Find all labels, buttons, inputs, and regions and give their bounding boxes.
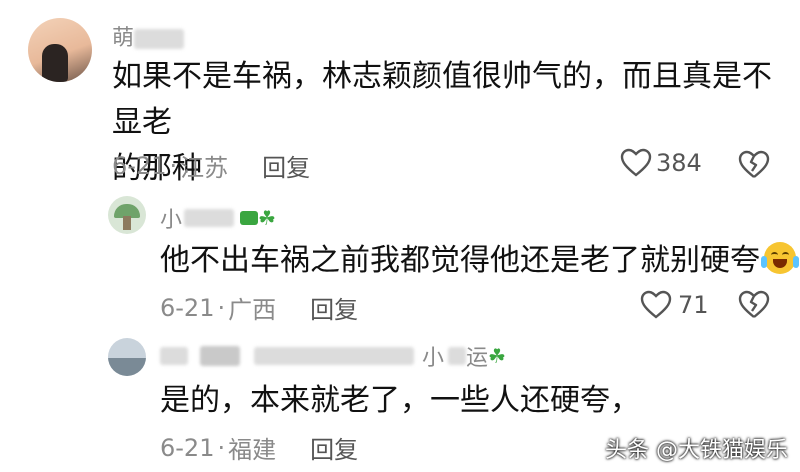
laughing-tears-emoji [761, 242, 799, 274]
username[interactable]: 小 运 ☘ [160, 340, 506, 372]
heart-outline-icon [620, 148, 652, 177]
username-text: 萌 [112, 26, 135, 51]
broken-heart-icon [738, 150, 770, 178]
username-text: 运 [466, 346, 489, 371]
comment-text-line: 是的，本来就老了，一些人还硬夸， [160, 383, 640, 418]
reply-button[interactable]: 回复 [262, 148, 310, 183]
comment-text-line: 他不出车祸之前我都觉得他还是老了就别硬夸 [160, 243, 760, 278]
comment-location: 广西 [228, 296, 277, 324]
avatar[interactable] [108, 338, 146, 376]
username-blur [254, 347, 414, 365]
comment-location: 福建 [228, 436, 277, 464]
username-text: 小 [160, 208, 183, 233]
comment-text-line: 如果不是车祸，林志颖颜值很帅气的，而且真是不显老 [112, 59, 772, 140]
comment-text: 是的，本来就老了，一些人还硬夸， [160, 378, 640, 424]
comment-meta: 6-21 · 江苏 回复 [112, 148, 310, 183]
reply-button[interactable]: 回复 [310, 290, 358, 325]
watermark: 头条 @大铁猫娱乐 [605, 438, 788, 463]
clover-icon: ☘ [488, 344, 506, 368]
comment-meta: 6-21 · 福建 回复 [160, 430, 358, 465]
username[interactable]: 萌 [112, 20, 185, 52]
clover-icon: ☘ [258, 206, 276, 230]
like-button[interactable]: 384 [620, 148, 702, 178]
dislike-button[interactable] [738, 290, 770, 324]
username-blur [200, 346, 240, 366]
broken-heart-icon [738, 290, 770, 318]
separator: · [217, 293, 226, 322]
like-count: 384 [656, 149, 702, 177]
username-text: 小 [422, 346, 445, 371]
comment-date: 6-21 [112, 151, 167, 180]
username-blur [160, 347, 188, 365]
like-button[interactable]: 71 [640, 290, 709, 320]
badge-icon [240, 211, 259, 225]
comment-date: 6-21 [160, 433, 215, 462]
username-blur [448, 347, 467, 365]
username-blur [184, 209, 235, 227]
username-blur [134, 29, 185, 49]
comment-location: 江苏 [180, 154, 229, 182]
reply-button[interactable]: 回复 [310, 430, 358, 465]
avatar[interactable] [28, 18, 92, 82]
avatar[interactable] [108, 196, 146, 234]
like-count: 71 [678, 291, 709, 319]
heart-outline-icon [640, 290, 672, 319]
comment-text: 他不出车祸之前我都觉得他还是老了就别硬夸 [160, 238, 799, 284]
separator: · [217, 433, 226, 462]
username[interactable]: 小 ☘ [160, 202, 276, 234]
separator: · [169, 151, 178, 180]
dislike-button[interactable] [738, 150, 770, 184]
comment-date: 6-21 [160, 293, 215, 322]
comment-meta: 6-21 · 广西 回复 [160, 290, 358, 325]
